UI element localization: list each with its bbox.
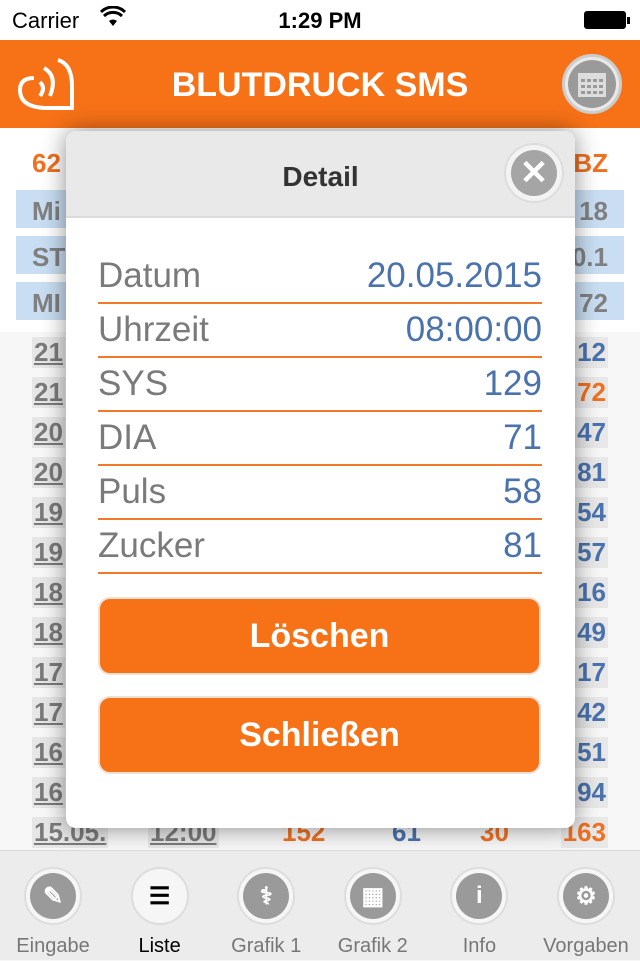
row-date[interactable]: 16 — [32, 777, 65, 808]
row-date[interactable]: 20 — [32, 457, 65, 488]
summary-value: 18 — [579, 196, 608, 226]
close-icon: ✕ — [511, 150, 557, 196]
tab-icon-button[interactable]: ▦ — [343, 867, 402, 925]
row-bz: 72 — [575, 377, 608, 408]
row-date[interactable]: 17 — [32, 657, 65, 688]
gear-icon: ⚙ — [563, 873, 609, 919]
row-bz: 17 — [575, 657, 608, 688]
calendar-icon — [568, 60, 616, 108]
tab-label: Vorgaben — [543, 935, 629, 957]
status-time: 1:29 PM — [278, 8, 362, 33]
row-date[interactable]: 19 — [32, 537, 65, 568]
battery-icon — [584, 11, 630, 29]
tab-grafik-1[interactable]: ⚕ Grafik 1 — [213, 851, 319, 961]
row-date[interactable]: 21 — [32, 337, 65, 368]
status-bar: Carrier 1:29 PM — [0, 0, 640, 40]
detail-modal: Detail ✕ Datum 20.05.2015 Uhrzeit 08:00:00 S… — [66, 131, 575, 828]
row-bz: 94 — [575, 777, 608, 808]
calendar-button[interactable] — [562, 54, 622, 114]
detail-field-datum: Datum 20.05.2015 — [98, 250, 542, 304]
tab-eingabe[interactable]: ✎ Eingabe — [0, 851, 106, 961]
modal-title: Detail — [282, 161, 359, 192]
row-bz: 51 — [575, 737, 608, 768]
field-label: Zucker — [98, 526, 205, 565]
field-value: 08:00:00 — [405, 310, 542, 349]
tab-liste[interactable]: ☰ Liste — [107, 851, 213, 961]
row-bz: 47 — [575, 417, 608, 448]
info-icon: i — [456, 873, 503, 919]
row-bz: 49 — [575, 617, 608, 648]
list-icon: ☰ — [148, 882, 171, 910]
tab-label: Liste — [138, 935, 181, 957]
row-date[interactable]: 20 — [32, 417, 65, 448]
field-label: SYS — [98, 364, 169, 403]
row-bz: 54 — [575, 497, 608, 528]
detail-field-dia: DIA 71 — [98, 412, 542, 466]
tab-label: Eingabe — [16, 935, 90, 957]
detail-field-sys: SYS 129 — [98, 358, 542, 412]
tab-icon-button[interactable]: ☰ — [130, 867, 189, 925]
nav-bar: BLUTDRUCK SMS — [0, 40, 640, 128]
row-bz: 16 — [575, 577, 608, 608]
summary-value: 0.1 — [571, 242, 608, 272]
detail-field-puls: Puls 58 — [98, 466, 542, 520]
chart-icon: ▦ — [349, 873, 396, 919]
row-date[interactable]: 18 — [32, 577, 65, 608]
row-bz: 57 — [575, 537, 608, 568]
row-bz: 12 — [575, 337, 608, 368]
summary-label: Mi — [32, 196, 61, 226]
summary-value: 72 — [579, 288, 608, 318]
row-date[interactable]: 17 — [32, 697, 65, 728]
close-button[interactable]: Schließen — [98, 696, 541, 774]
field-label: Puls — [98, 472, 167, 511]
pencil-icon: ✎ — [30, 873, 76, 919]
tab-icon-button[interactable]: ✎ — [24, 867, 82, 925]
field-label: Uhrzeit — [98, 310, 209, 349]
tab-icon-button[interactable]: ⚙ — [557, 867, 615, 925]
tab-icon-button[interactable]: i — [450, 867, 509, 925]
tab-label: Grafik 1 — [231, 935, 302, 957]
tab-bar: ✎ Eingabe ☰ Liste ⚕ Grafik 1 ▦ Grafik 2 i Info ⚙ Vo… — [0, 850, 640, 960]
app-title: BLUTDRUCK SMS — [171, 66, 469, 104]
modal-header: Detail ✕ — [66, 131, 575, 218]
summary-header-left: 62 — [32, 148, 61, 178]
row-bz: 81 — [575, 457, 608, 488]
field-value: 58 — [503, 472, 542, 511]
row-date[interactable]: 18 — [32, 617, 65, 648]
row-bz: 42 — [575, 697, 608, 728]
row-date[interactable]: 19 — [32, 497, 65, 528]
delete-button[interactable]: Löschen — [98, 597, 541, 675]
detail-field-zucker: Zucker 81 — [98, 520, 542, 574]
detail-field-uhrzeit: Uhrzeit 08:00:00 — [98, 304, 542, 358]
field-value: 129 — [483, 364, 542, 403]
tab-grafik-2[interactable]: ▦ Grafik 2 — [320, 851, 426, 961]
row-date[interactable]: 16 — [32, 737, 65, 768]
tab-label: Grafik 2 — [337, 935, 408, 957]
tab-info[interactable]: i Info — [426, 851, 532, 961]
tab-icon-button[interactable]: ⚕ — [237, 867, 296, 925]
tab-vorgaben[interactable]: ⚙ Vorgaben — [533, 851, 639, 961]
field-value: 81 — [503, 526, 542, 565]
modal-close-button[interactable]: ✕ — [504, 143, 564, 203]
row-date[interactable]: 21 — [32, 377, 65, 408]
field-label: Datum — [98, 256, 202, 295]
tab-label: Info — [462, 935, 497, 957]
field-value: 71 — [503, 418, 542, 457]
field-value: 20.05.2015 — [366, 256, 542, 295]
summary-label: ST — [32, 242, 66, 272]
field-label: DIA — [98, 418, 157, 457]
summary-label: MI — [32, 288, 61, 318]
caduceus-icon: ⚕ — [243, 873, 290, 919]
summary-header-right: BZ — [573, 148, 608, 178]
